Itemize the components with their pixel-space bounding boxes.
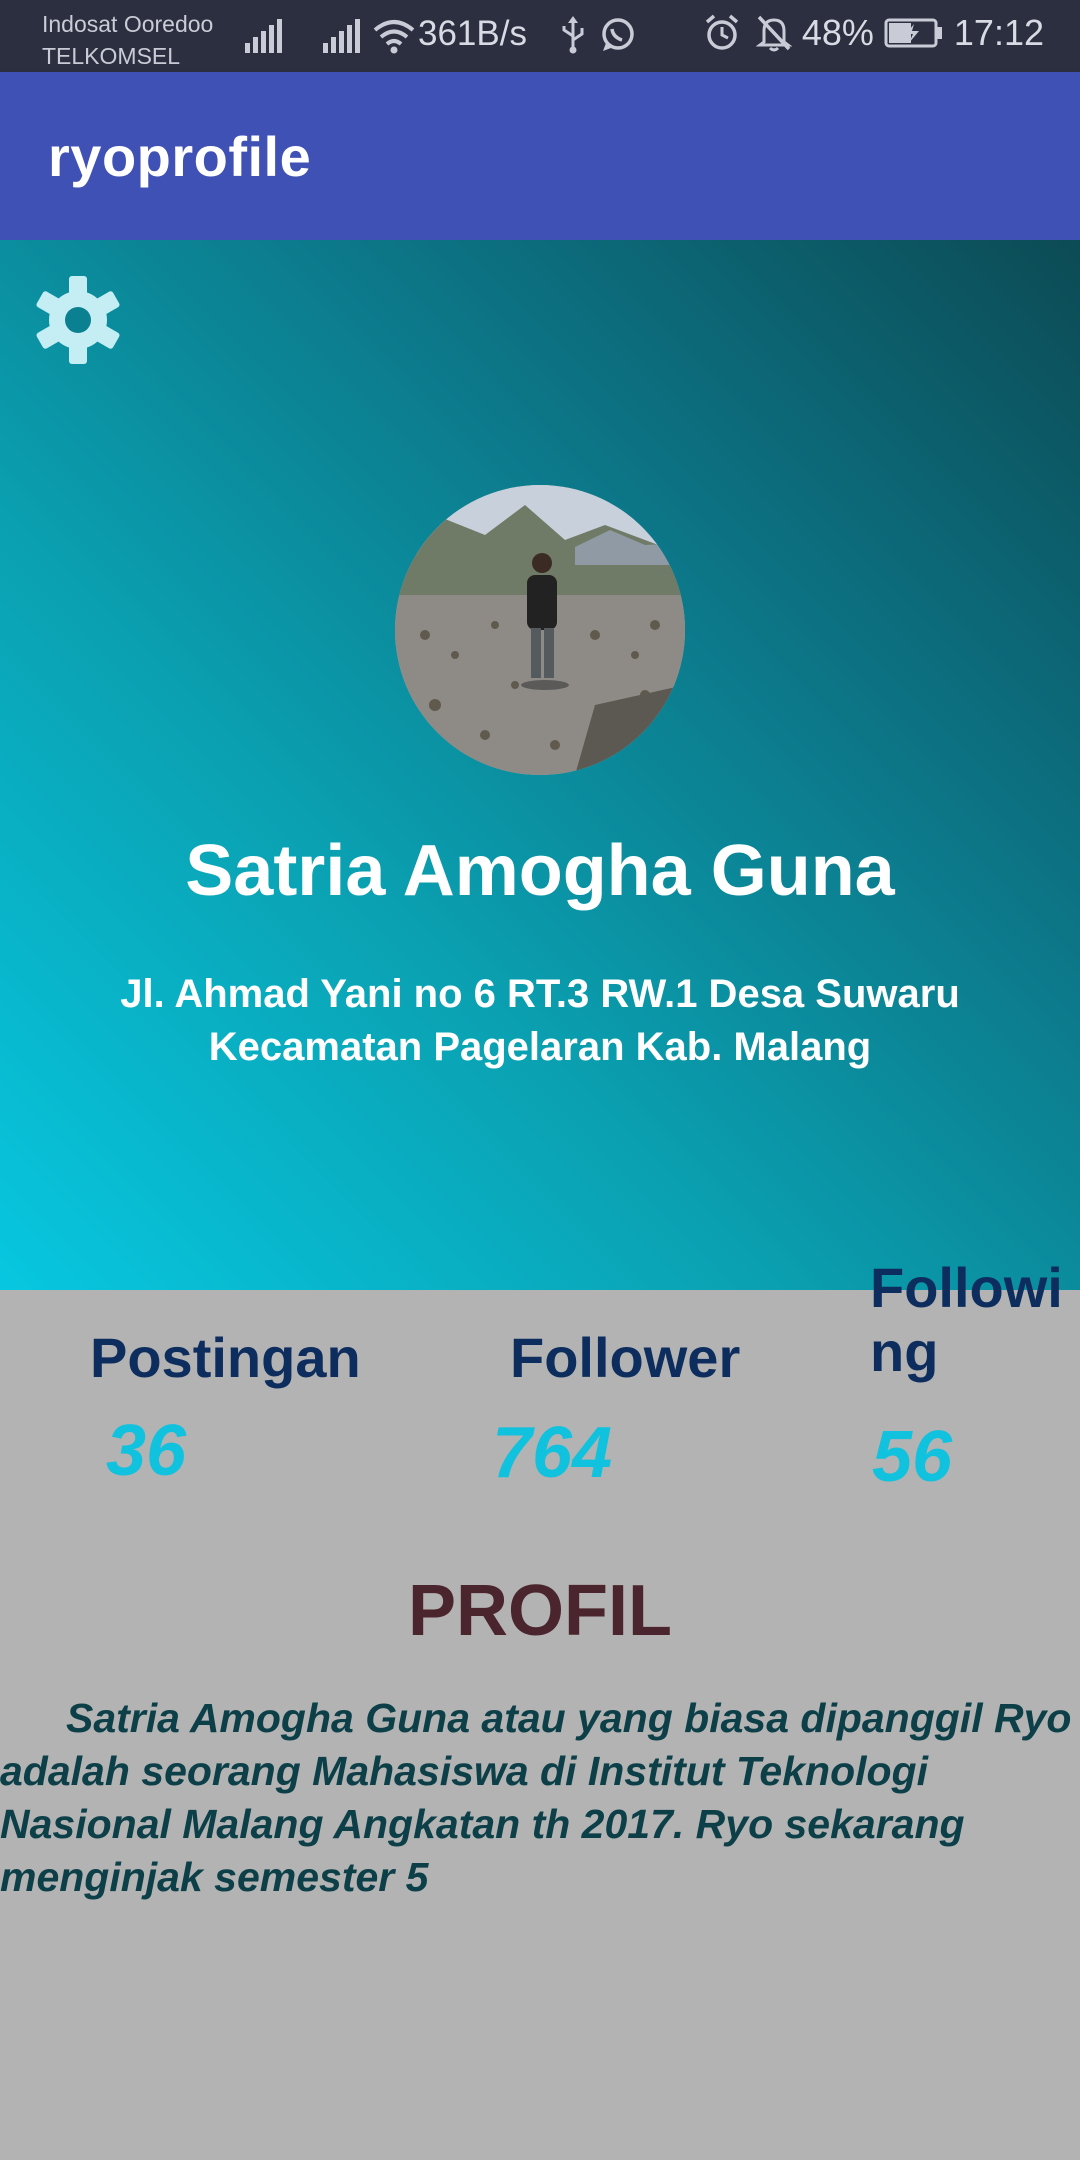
following-label-line-1: Followi (870, 1256, 1063, 1319)
app-title: ryoprofile (48, 125, 312, 188)
followers-value: 764 (492, 1413, 613, 1493)
status-bar: Indosat Ooredoo TELKOMSEL 361B/s 48% 17:… (0, 0, 1080, 72)
carrier-names: Indosat Ooredoo TELKOMSEL (42, 8, 213, 72)
posts-value: 36 (106, 1411, 187, 1491)
signal-icon (245, 19, 282, 53)
notification-icons (560, 16, 636, 54)
clock: 17:12 (953, 12, 1044, 53)
app-bar: ryoprofile (0, 72, 1080, 240)
following-label-line-2: ng (870, 1320, 939, 1383)
following-value: 56 (872, 1417, 953, 1497)
stats-row: Postingan 36 Follower 764 Followi ng 56 (0, 1256, 1080, 1540)
followers-label: Follower (510, 1326, 741, 1389)
carrier-1: Indosat Ooredoo (42, 11, 214, 37)
whatsapp-icon (602, 18, 634, 51)
address-line-1: Jl. Ahmad Yani no 6 RT.3 RW.1 Desa Suwar… (120, 972, 960, 1016)
profile-name: Satria Amogha Guna (185, 831, 895, 911)
signal-icon (323, 19, 360, 53)
profile-address: Jl. Ahmad Yani no 6 RT.3 RW.1 Desa Suwar… (60, 968, 1020, 1074)
mute-icon (755, 15, 792, 52)
gear-icon[interactable] (34, 276, 122, 364)
usb-icon (562, 16, 584, 54)
carrier-2: TELKOMSEL (42, 43, 181, 69)
battery-charging-icon (884, 18, 942, 48)
following-label: Followi ng (870, 1256, 1063, 1384)
address-line-2: Kecamatan Pagelaran Kab. Malang (208, 1025, 872, 1069)
profile-photo (395, 485, 685, 775)
signal-icons (245, 18, 415, 54)
net-speed: 361B/s (418, 14, 527, 53)
wifi-icon (373, 20, 415, 54)
profile-heading: PROFIL (408, 1571, 672, 1651)
profile-bio: Satria Amogha Guna atau yang biasa dipan… (0, 1695, 1072, 1900)
posts-label: Postingan (90, 1326, 361, 1389)
status-right: 48% 17:12 (704, 12, 1044, 54)
battery-percent: 48% (801, 12, 874, 53)
avatar[interactable] (395, 485, 685, 775)
alarm-icon (705, 14, 738, 50)
profile-header: Satria Amogha Guna Jl. Ahmad Yani no 6 R… (0, 240, 1080, 1290)
